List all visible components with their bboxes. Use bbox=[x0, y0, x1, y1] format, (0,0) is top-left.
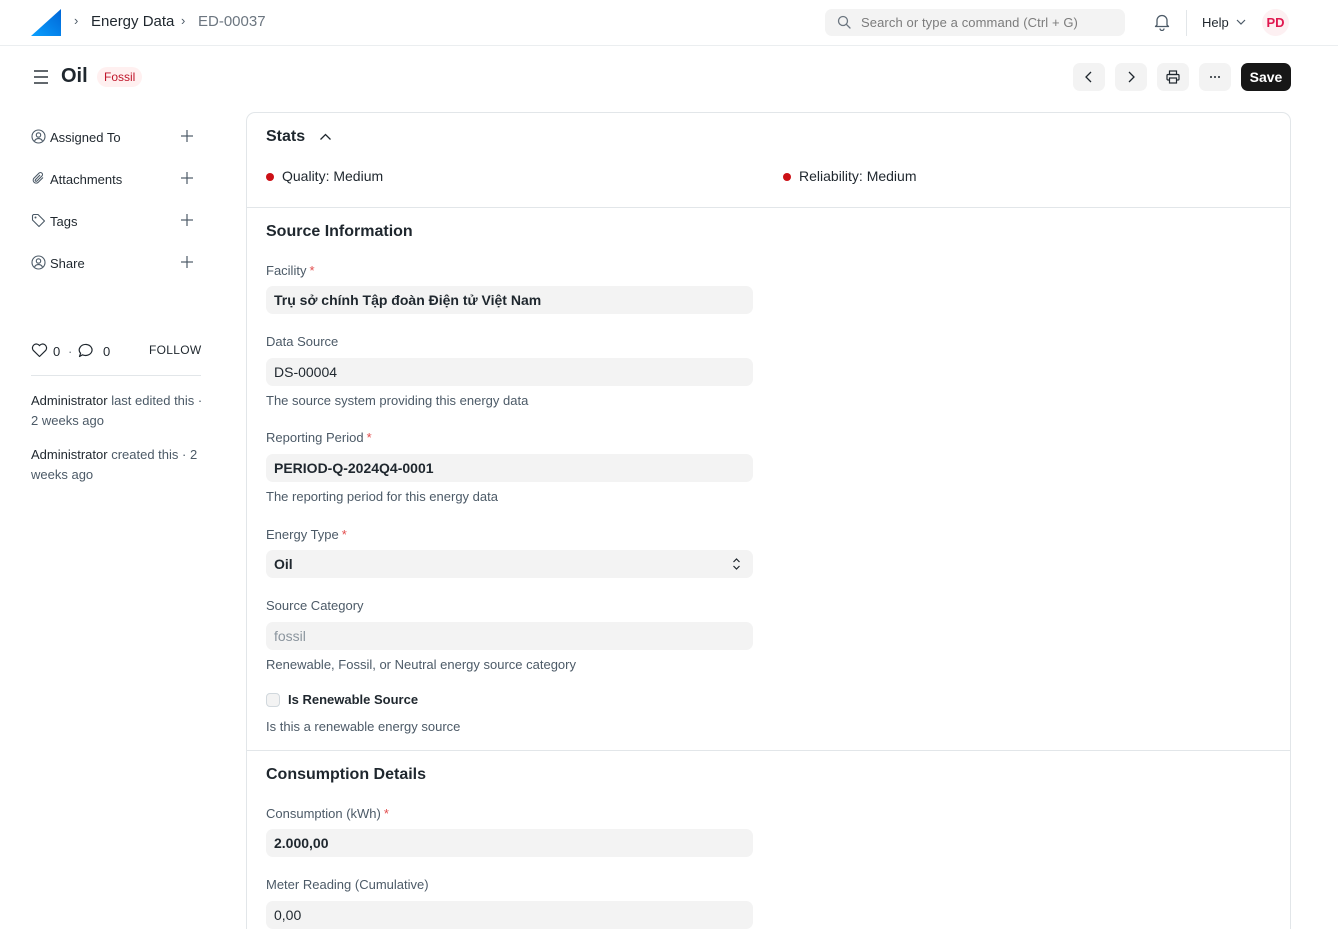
chevron-down-icon[interactable] bbox=[1236, 19, 1246, 26]
energy-type-label: Energy Type * bbox=[266, 527, 347, 542]
source-category-label: Source Category bbox=[266, 598, 364, 613]
add-attachment-icon[interactable] bbox=[180, 171, 194, 185]
energy-type-value: Oil bbox=[274, 556, 293, 572]
heart-icon[interactable] bbox=[31, 343, 48, 358]
data-source-label: Data Source bbox=[266, 334, 339, 349]
facility-field[interactable]: Trụ sở chính Tập đoàn Điện tử Việt Nam bbox=[266, 286, 753, 314]
data-source-description: The source system providing this energy … bbox=[266, 393, 529, 408]
search-placeholder: Search or type a command (Ctrl + G) bbox=[861, 15, 1078, 30]
user-share-icon bbox=[31, 255, 46, 270]
user-assign-icon bbox=[31, 129, 46, 144]
notification-bell-icon[interactable] bbox=[1154, 13, 1170, 31]
next-record-button[interactable] bbox=[1115, 63, 1147, 91]
meter-reading-label: Meter Reading (Cumulative) bbox=[266, 877, 429, 892]
save-button[interactable]: Save bbox=[1241, 63, 1291, 91]
reliability-text: Reliability: Medium bbox=[799, 168, 917, 184]
activity-user[interactable]: Administrator bbox=[31, 447, 108, 462]
app-logo-icon[interactable] bbox=[31, 9, 61, 36]
breadcrumb-separator-icon: › bbox=[74, 13, 79, 28]
quality-text: Quality: Medium bbox=[282, 168, 384, 184]
consumption-label: Consumption (kWh) * bbox=[266, 806, 389, 821]
reporting-period-field[interactable]: PERIOD-Q-2024Q4-0001 bbox=[266, 454, 753, 482]
sidebar-item-share[interactable]: Share bbox=[31, 253, 201, 273]
source-category-field: fossil bbox=[266, 622, 753, 650]
reporting-period-description: The reporting period for this energy dat… bbox=[266, 489, 498, 504]
sidebar-item-attachments[interactable]: Attachments bbox=[31, 169, 201, 189]
status-badge: Fossil bbox=[97, 67, 143, 87]
section-divider bbox=[247, 750, 1290, 751]
facility-label: Facility * bbox=[266, 263, 315, 278]
reporting-period-label: Reporting Period * bbox=[266, 430, 372, 445]
meter-reading-field[interactable]: 0,00 bbox=[266, 901, 753, 929]
add-assignee-icon[interactable] bbox=[180, 129, 194, 143]
sidebar-divider bbox=[31, 375, 201, 376]
sidebar-item-label: Share bbox=[50, 256, 85, 271]
printer-icon bbox=[1166, 70, 1180, 84]
is-renewable-checkbox[interactable] bbox=[266, 693, 280, 707]
search-icon bbox=[837, 15, 851, 29]
chevron-right-icon bbox=[1128, 71, 1135, 83]
navbar-divider bbox=[1186, 10, 1187, 36]
help-menu[interactable]: Help bbox=[1202, 15, 1229, 30]
chevron-left-icon bbox=[1085, 71, 1092, 83]
consumption-field[interactable]: 2.000,00 bbox=[266, 829, 753, 857]
status-dot-icon bbox=[266, 173, 274, 181]
sidebar-item-tags[interactable]: Tags bbox=[31, 211, 201, 231]
sidebar-item-label: Assigned To bbox=[50, 130, 121, 145]
add-tag-icon[interactable] bbox=[180, 213, 194, 227]
status-dot-icon bbox=[783, 173, 791, 181]
section-divider bbox=[247, 207, 1290, 208]
more-actions-button[interactable] bbox=[1199, 63, 1231, 91]
sidebar-toggle-icon[interactable] bbox=[33, 69, 49, 85]
is-renewable-label[interactable]: Is Renewable Source bbox=[288, 692, 418, 707]
source-category-description: Renewable, Fossil, or Neutral energy sou… bbox=[266, 657, 576, 672]
activity-last-edited: Administrator last edited this · 2 weeks… bbox=[31, 391, 203, 431]
chevron-up-icon[interactable] bbox=[319, 132, 332, 142]
sidebar-item-label: Tags bbox=[50, 214, 78, 229]
stats-section-title[interactable]: Stats bbox=[266, 128, 305, 146]
paperclip-icon bbox=[32, 172, 44, 184]
separator-dot: · bbox=[68, 344, 73, 359]
like-count: 0 bbox=[53, 344, 61, 359]
navbar: › Energy Data › ED-00037 Search or type … bbox=[0, 0, 1338, 46]
data-source-field[interactable]: DS-00004 bbox=[266, 358, 753, 386]
breadcrumb-current-record[interactable]: ED-00037 bbox=[198, 13, 266, 30]
user-avatar[interactable]: PD bbox=[1262, 9, 1289, 36]
more-horizontal-icon bbox=[1210, 76, 1220, 78]
follow-button[interactable]: FOLLOW bbox=[149, 343, 201, 357]
select-updown-icon bbox=[733, 558, 740, 570]
consumption-section-title: Consumption Details bbox=[266, 766, 427, 783]
breadcrumb-energy-data[interactable]: Energy Data bbox=[91, 13, 174, 30]
breadcrumb-separator-icon: › bbox=[181, 13, 186, 28]
tag-icon bbox=[31, 213, 46, 228]
add-share-icon[interactable] bbox=[180, 255, 194, 269]
search-bar[interactable]: Search or type a command (Ctrl + G) bbox=[825, 9, 1125, 36]
page-title: Oil bbox=[61, 65, 88, 87]
activity-user[interactable]: Administrator bbox=[31, 393, 108, 408]
previous-record-button[interactable] bbox=[1073, 63, 1105, 91]
sidebar-item-assigned-to[interactable]: Assigned To bbox=[31, 127, 201, 147]
comment-count: 0 bbox=[103, 344, 111, 359]
source-info-section-title: Source Information bbox=[266, 223, 413, 240]
print-button[interactable] bbox=[1157, 63, 1189, 91]
sidebar-item-label: Attachments bbox=[50, 172, 123, 187]
comment-icon[interactable] bbox=[78, 343, 95, 358]
energy-type-select[interactable]: Oil bbox=[266, 550, 753, 578]
activity-created: Administrator created this · 2 weeks ago bbox=[31, 445, 203, 485]
is-renewable-description: Is this a renewable energy source bbox=[266, 719, 461, 734]
